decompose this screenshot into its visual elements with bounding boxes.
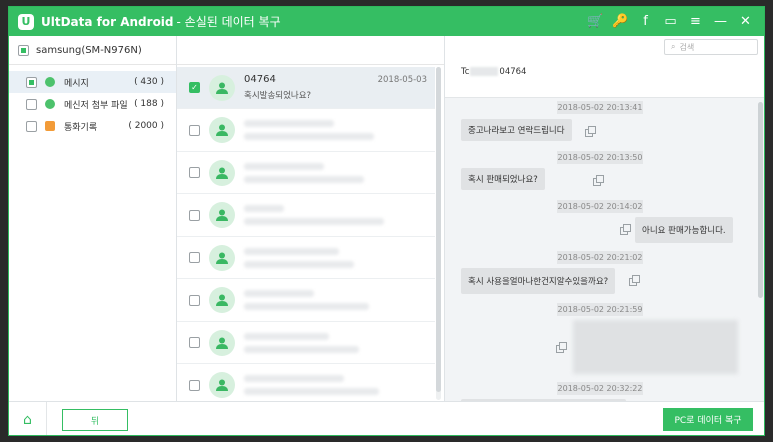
message-checkbox[interactable] [189, 379, 200, 391]
app-logo-icon: U [18, 13, 34, 30]
menu-icon[interactable]: ≡ [683, 12, 708, 32]
list-item[interactable] [177, 152, 435, 194]
chat-timestamp: 2018-05-02 20:13:50 [557, 151, 643, 164]
list-item[interactable]: ✓ 04764 혹시발송되었나요? 2018-05-03 [177, 67, 435, 109]
category-checkbox[interactable] [26, 120, 37, 132]
category-attachments[interactable]: 메신저 첨부 파일 ( 188 ) [9, 93, 176, 115]
list-item[interactable] [177, 322, 435, 364]
message-checkbox[interactable] [189, 167, 200, 178]
conversation-contact: Tc 04764 [461, 67, 527, 77]
category-label: 메신저 첨부 파일 [64, 100, 128, 111]
category-count: ( 2000 ) [128, 121, 164, 131]
contact-avatar-icon [209, 287, 235, 313]
chat-bubble-incoming: 중고나라보고 연락드립니다 [461, 119, 572, 141]
copy-icon[interactable] [585, 126, 596, 137]
contact-avatar-icon [209, 74, 235, 101]
search-placeholder: 검색 [679, 42, 695, 52]
message-checkbox[interactable] [189, 209, 200, 221]
category-call-log[interactable]: 통화기록 ( 2000 ) [9, 115, 176, 137]
recover-to-pc-button[interactable]: PC로 데이터 복구 [663, 408, 753, 431]
device-name: samsung(SM-N976N) [36, 44, 142, 56]
device-checkbox[interactable] [18, 44, 29, 56]
copy-icon[interactable] [593, 175, 604, 186]
message-list-header [177, 36, 444, 65]
list-item[interactable] [177, 280, 435, 322]
contact-avatar-icon [209, 117, 235, 143]
chat-timestamp: 2018-05-02 20:21:02 [557, 251, 643, 264]
list-item[interactable] [177, 195, 435, 237]
search-icon: ⌕ [671, 42, 676, 51]
copy-icon[interactable] [620, 224, 631, 235]
bottom-bar: ⌂ 뒤 PC로 데이터 복구 [9, 401, 764, 435]
close-icon[interactable]: ✕ [733, 12, 758, 32]
conversation-thread: 2018-05-02 20:13:41 중고나라보고 연락드립니다 2018-0… [445, 97, 764, 401]
message-contact: 04764 [244, 74, 276, 85]
message-checkbox[interactable] [189, 252, 200, 263]
contact-avatar-icon [209, 372, 235, 398]
chat-bubble-outgoing: 아니요 판매가능합니다. [635, 217, 733, 243]
message-checkbox[interactable]: ✓ [189, 82, 200, 93]
blurred-image-message [573, 320, 738, 374]
message-preview: 혹시발송되었나요? [244, 91, 312, 101]
message-checkbox[interactable] [189, 294, 200, 306]
contact-avatar-icon [209, 159, 235, 186]
list-item[interactable] [177, 237, 435, 279]
copy-icon[interactable] [629, 275, 640, 286]
chat-timestamp: 2018-05-02 20:21:59 [557, 303, 643, 316]
message-list-panel: ✓ 04764 혹시발송되었나요? 2018-05-03 [177, 36, 445, 407]
home-icon[interactable]: ⌂ [9, 402, 47, 435]
contact-avatar-icon [209, 202, 235, 228]
chat-bubble-incoming: 혹시 사용을얼마나한건지알수있을까요? [461, 268, 616, 294]
category-label: 통화기록 [64, 122, 98, 133]
chat-timestamp: 2018-05-02 20:14:02 [557, 200, 643, 213]
category-count: ( 430 ) [134, 77, 164, 87]
category-checkbox[interactable] [26, 76, 37, 88]
message-date: 2018-05-03 [377, 75, 427, 85]
call-log-icon [45, 121, 55, 131]
contact-avatar-icon [209, 244, 235, 271]
conversation-panel: ⌕ 검색 Tc 04764 2018-05-02 20:13:41 중고나라보고 … [445, 36, 764, 401]
minimize-icon[interactable]: — [708, 12, 733, 32]
category-count: ( 188 ) [134, 99, 164, 109]
attachment-icon [45, 99, 55, 109]
app-window: U UltData for Android - 손실된 데이터 복구 🛒 🔑 f… [8, 6, 765, 436]
chat-timestamp: 2018-05-02 20:13:41 [557, 101, 643, 114]
message-list: ✓ 04764 혹시발송되었나요? 2018-05-03 [177, 67, 435, 407]
category-sidebar: samsung(SM-N976N) 메시지 ( 430 ) 메신저 첨부 파일 … [9, 36, 177, 401]
facebook-icon[interactable]: f [633, 12, 658, 32]
copy-icon[interactable] [556, 342, 567, 353]
message-checkbox[interactable] [189, 124, 200, 136]
titlebar: U UltData for Android - 손실된 데이터 복구 🛒 🔑 f… [9, 7, 764, 36]
back-button[interactable]: 뒤 [62, 409, 128, 431]
category-checkbox[interactable] [26, 98, 37, 110]
message-checkbox[interactable] [189, 337, 200, 348]
message-list-scrollbar[interactable] [436, 67, 441, 400]
category-messages[interactable]: 메시지 ( 430 ) [9, 71, 176, 93]
conversation-scrollbar[interactable] [758, 102, 763, 298]
list-item[interactable] [177, 110, 435, 152]
chat-timestamp: 2018-05-02 20:32:22 [557, 382, 643, 395]
app-title: UltData for Android [41, 14, 174, 29]
feedback-icon[interactable]: ▭ [658, 12, 683, 32]
category-label: 메시지 [64, 78, 89, 89]
chat-bubble-incoming: 혹시 판매되었나요? [461, 168, 545, 190]
contact-avatar-icon [209, 329, 235, 356]
search-input[interactable]: ⌕ 검색 [664, 39, 758, 55]
app-subtitle: - 손실된 데이터 복구 [176, 15, 281, 29]
cart-icon[interactable]: 🛒 [583, 12, 608, 32]
device-row[interactable]: samsung(SM-N976N) [9, 36, 176, 65]
key-icon[interactable]: 🔑 [608, 12, 633, 32]
message-icon [45, 77, 55, 87]
